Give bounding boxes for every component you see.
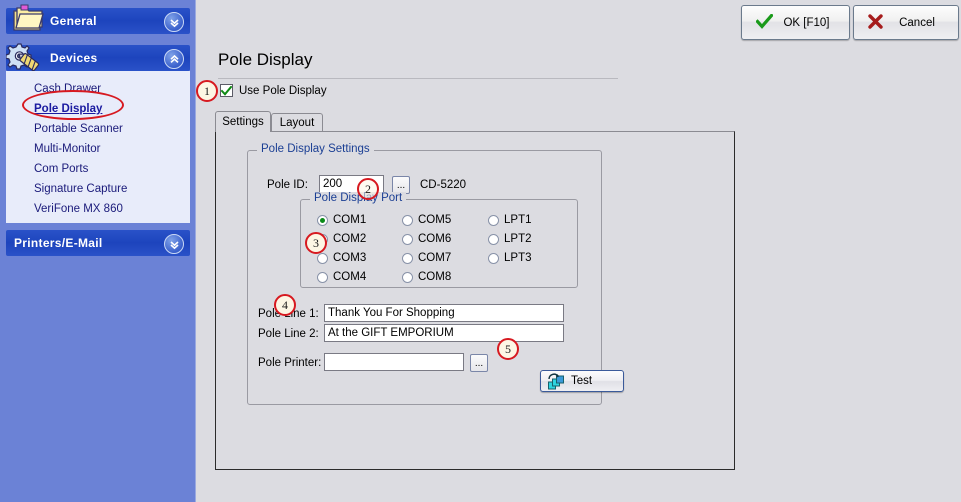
chevron-double-down-icon[interactable]	[164, 12, 184, 32]
callout-3: 3	[305, 232, 327, 254]
pole-display-settings-group: Pole Display Settings Pole ID: 200 ... C…	[247, 143, 624, 405]
sidebar-section-devices[interactable]: Devices	[5, 43, 190, 72]
pole-printer-input[interactable]	[324, 353, 464, 371]
top-button-bar: OK [F10] Cancel	[197, 0, 961, 44]
cancel-button[interactable]: Cancel	[853, 5, 959, 40]
group-title: Pole Display Settings	[257, 143, 374, 155]
radio-label: COM5	[418, 214, 452, 226]
radio-lpt2[interactable]: LPT2	[488, 233, 532, 245]
sidebar-item-portable-scanner[interactable]: Portable Scanner	[6, 119, 190, 139]
pole-id-model-text: CD-5220	[420, 179, 467, 191]
radio-label: COM3	[333, 252, 367, 264]
radio-label: COM7	[418, 252, 452, 264]
pole-printer-label: Pole Printer:	[258, 357, 322, 369]
use-pole-display-checkbox[interactable]	[220, 84, 233, 97]
tab-settings[interactable]: Settings	[215, 111, 271, 132]
tab-layout[interactable]: Layout	[271, 113, 323, 131]
radio-com8[interactable]: COM8	[402, 271, 451, 283]
radio-label: COM8	[418, 271, 452, 283]
pole-display-port-group: Pole Display Port COM1 COM2 COM3 COM4 CO…	[300, 192, 578, 288]
sidebar-item-multi-monitor[interactable]: Multi-Monitor	[6, 139, 190, 159]
radio-label: LPT1	[504, 214, 532, 226]
sidebar-item-pole-display[interactable]: Pole Display	[6, 99, 190, 119]
radio-dot	[317, 271, 328, 283]
radio-label: LPT2	[504, 233, 532, 245]
radio-dot	[488, 233, 499, 245]
radio-com1[interactable]: COM1	[317, 214, 366, 226]
radio-dot	[402, 252, 413, 264]
radio-label: COM1	[333, 214, 367, 226]
radio-com7[interactable]: COM7	[402, 252, 451, 264]
sidebar-devices-list: Cash Drawer Pole Display Portable Scanne…	[6, 71, 190, 223]
radio-dot	[317, 214, 328, 226]
application-window: General Devices Cash Drawer Pole Display…	[0, 0, 961, 502]
pole-id-label: Pole ID:	[267, 179, 308, 191]
folder-icon	[8, 2, 48, 38]
radio-dot	[488, 252, 499, 264]
callout-4: 4	[274, 294, 296, 316]
sidebar-item-cash-drawer[interactable]: Cash Drawer	[6, 79, 190, 99]
sidebar-item-verifone-mx-860[interactable]: VeriFone MX 860	[6, 199, 190, 219]
radio-label: COM6	[418, 233, 452, 245]
radio-dot	[402, 233, 413, 245]
test-button-label: Test	[571, 375, 593, 387]
use-pole-display-row: Use Pole Display	[220, 84, 327, 97]
radio-com6[interactable]: COM6	[402, 233, 451, 245]
sidebar-section-general[interactable]: General	[6, 4, 190, 34]
pole-line-2-label: Pole Line 2:	[258, 328, 319, 340]
navigation-sidebar: General Devices Cash Drawer Pole Display…	[0, 0, 196, 502]
pole-printer-browse-button[interactable]: ...	[470, 354, 488, 372]
radio-dot	[402, 271, 413, 283]
title-divider	[218, 78, 618, 79]
pole-line-1-input[interactable]: Thank You For Shopping	[324, 304, 564, 322]
x-icon	[868, 13, 883, 32]
tab-seam	[216, 130, 270, 132]
ok-button-label: OK [F10]	[783, 16, 830, 29]
radio-com3[interactable]: COM3	[317, 252, 366, 264]
page-title: Pole Display	[218, 50, 313, 69]
cancel-button-label: Cancel	[899, 16, 935, 29]
sidebar-section-printers-email[interactable]: Printers/E-Mail	[6, 230, 190, 256]
radio-lpt3[interactable]: LPT3	[488, 252, 532, 264]
sidebar-item-com-ports[interactable]: Com Ports	[6, 159, 190, 179]
sidebar-section-label: Devices	[50, 51, 98, 65]
check-icon	[755, 12, 774, 32]
callout-2: 2	[357, 178, 379, 200]
use-pole-display-label: Use Pole Display	[239, 84, 327, 97]
chevron-double-up-icon[interactable]	[164, 49, 184, 69]
radio-dot	[488, 214, 499, 226]
sidebar-section-label: Printers/E-Mail	[14, 236, 103, 250]
radio-com5[interactable]: COM5	[402, 214, 451, 226]
radio-dot	[402, 214, 413, 226]
pole-line-2-input[interactable]: At the GIFT EMPORIUM	[324, 324, 564, 342]
ok-button[interactable]: OK [F10]	[741, 5, 850, 40]
radio-dot	[317, 252, 328, 264]
sidebar-section-label: General	[50, 14, 97, 28]
tab-strip: Settings Layout	[215, 111, 735, 132]
radio-lpt1[interactable]: LPT1	[488, 214, 532, 226]
callout-5: 5	[497, 338, 519, 360]
radio-label: COM2	[333, 233, 367, 245]
radio-com4[interactable]: COM4	[317, 271, 366, 283]
callout-1: 1	[196, 80, 218, 102]
test-button[interactable]: Test	[540, 370, 624, 392]
radio-label: COM4	[333, 271, 367, 283]
refresh-cascade-icon	[547, 373, 567, 394]
radio-label: LPT3	[504, 252, 532, 264]
sidebar-item-signature-capture[interactable]: Signature Capture	[6, 179, 190, 199]
chevron-double-down-icon[interactable]	[164, 234, 184, 254]
